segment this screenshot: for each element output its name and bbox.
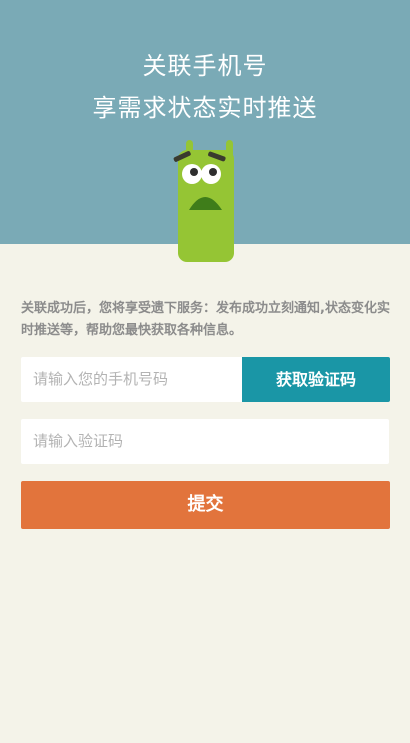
submit-button[interactable]: 提交 xyxy=(21,481,390,529)
phone-input[interactable] xyxy=(21,357,242,402)
page-subtitle: 享需求状态实时推送 xyxy=(92,94,318,122)
description-text: 关联成功后，您将享受遗下服务：发布成功立刻通知,状态变化实时推送等，帮助您最快获… xyxy=(21,301,390,338)
get-code-button[interactable]: 获取验证码 xyxy=(242,357,390,402)
mascot-pupil-right xyxy=(209,168,217,176)
mascot-pupil-left xyxy=(190,168,198,176)
mascot-icon xyxy=(173,140,234,262)
verification-code-input[interactable] xyxy=(21,419,389,464)
page-title: 关联手机号 xyxy=(142,52,268,80)
